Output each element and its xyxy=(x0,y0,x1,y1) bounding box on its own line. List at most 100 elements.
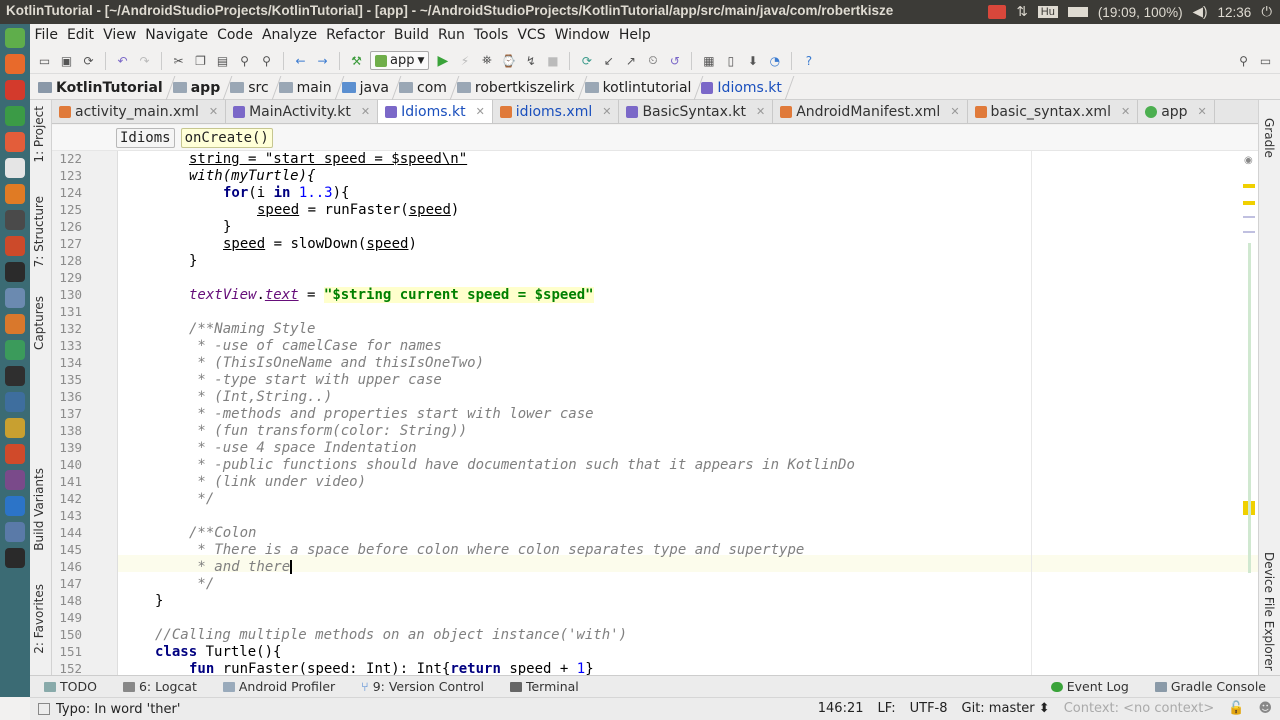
launcher-app-icon[interactable] xyxy=(5,470,25,490)
breadcrumb-module[interactable]: app xyxy=(169,80,227,96)
save-icon[interactable]: ▣ xyxy=(58,52,75,69)
lock-icon[interactable]: 🔓 xyxy=(1228,701,1244,716)
clock[interactable]: 12:36 xyxy=(1218,5,1252,20)
terminal-icon[interactable] xyxy=(5,262,25,282)
tab-mainactivity-kt[interactable]: MainActivity.kt ✕ xyxy=(226,100,379,123)
file-encoding[interactable]: UTF-8 xyxy=(910,701,948,716)
warning-marker[interactable] xyxy=(1243,201,1255,205)
sdk-manager-icon[interactable]: ⬇ xyxy=(744,52,761,69)
layout-icon[interactable]: ▭ xyxy=(1257,52,1274,69)
close-icon[interactable]: ✕ xyxy=(1198,105,1207,118)
tool-gradle-console[interactable]: Gradle Console xyxy=(1141,679,1280,694)
menu-analyze[interactable]: Analyze xyxy=(257,27,321,43)
crumb-method-oncreate[interactable]: onCreate() xyxy=(180,127,273,148)
toggle-tool-windows-icon[interactable] xyxy=(38,703,50,715)
tool-terminal[interactable]: Terminal xyxy=(496,679,591,694)
keyboard-layout[interactable]: Hu xyxy=(1037,6,1058,18)
usage-marker[interactable] xyxy=(1243,231,1255,233)
warning-marker[interactable] xyxy=(1243,184,1255,188)
breadcrumb-file[interactable]: Idioms.kt xyxy=(697,80,787,96)
breadcrumb-robertkiszelirk[interactable]: robertkiszelirk xyxy=(453,80,581,96)
launcher-app-icon[interactable] xyxy=(5,496,25,516)
code-area[interactable]: string = "start speed = $speed\n" with(m… xyxy=(118,151,1258,675)
volume-icon[interactable]: ◀) xyxy=(1193,4,1208,20)
tab-basic-syntax-xml[interactable]: basic_syntax.xml ✕ xyxy=(968,100,1139,123)
make-project-icon[interactable]: ⚒ xyxy=(348,52,365,69)
breadcrumb-com[interactable]: com xyxy=(395,80,453,96)
tool-event-log[interactable]: Event Log xyxy=(1037,679,1141,694)
tab-app[interactable]: app ✕ xyxy=(1138,100,1215,123)
close-icon[interactable]: ✕ xyxy=(756,105,765,118)
menu-vcs[interactable]: VCS xyxy=(513,27,550,43)
close-icon[interactable]: ✕ xyxy=(602,105,611,118)
tab-idioms-kt[interactable]: Idioms.kt ✕ xyxy=(378,100,493,123)
menu-run[interactable]: Run xyxy=(434,27,470,43)
tool-project[interactable]: 1: Project xyxy=(32,106,46,163)
open-folder-icon[interactable]: ▭ xyxy=(36,52,53,69)
vcs-commit-icon[interactable]: ↗ xyxy=(622,52,639,69)
attach-debugger-icon[interactable]: ↯ xyxy=(522,52,539,69)
network-icon[interactable]: ⇅ xyxy=(1016,4,1027,20)
blender-icon[interactable] xyxy=(5,314,25,334)
stop-icon[interactable]: ■ xyxy=(544,52,561,69)
menu-refactor[interactable]: Refactor xyxy=(322,27,390,43)
launcher-app-icon[interactable] xyxy=(5,418,25,438)
back-icon[interactable]: ← xyxy=(292,52,309,69)
presentation-icon[interactable] xyxy=(5,132,25,152)
vcs-revert-icon[interactable]: ↺ xyxy=(666,52,683,69)
tool-android-profiler[interactable]: Android Profiler xyxy=(209,679,347,694)
document-icon[interactable] xyxy=(5,158,25,178)
crumb-class-idioms[interactable]: Idioms xyxy=(116,127,175,148)
profile-icon[interactable]: ⌚ xyxy=(500,52,517,69)
phone-icon[interactable] xyxy=(5,548,25,568)
gradle-sync-icon[interactable]: ⟳ xyxy=(578,52,595,69)
battery-icon[interactable] xyxy=(1067,7,1088,17)
launcher-app-icon[interactable] xyxy=(5,392,25,412)
launcher-app-icon[interactable] xyxy=(5,80,25,100)
cut-icon[interactable]: ✂ xyxy=(170,52,187,69)
run-config-select[interactable]: app ▼ xyxy=(370,51,430,70)
close-icon[interactable]: ✕ xyxy=(476,105,485,118)
menu-build[interactable]: Build xyxy=(389,27,433,43)
close-icon[interactable]: ✕ xyxy=(950,105,959,118)
tab-basicsyntax-kt[interactable]: BasicSyntax.kt ✕ xyxy=(619,100,774,123)
menu-navigate[interactable]: Navigate xyxy=(141,27,213,43)
hector-icon[interactable]: ☻ xyxy=(1258,701,1272,716)
launcher-app-icon[interactable] xyxy=(5,444,25,464)
settings-icon[interactable] xyxy=(5,236,25,256)
find-icon[interactable]: ⚲ xyxy=(236,52,253,69)
firefox-icon[interactable] xyxy=(5,54,25,74)
close-icon[interactable]: ✕ xyxy=(1121,105,1130,118)
software-center-icon[interactable] xyxy=(5,184,25,204)
redo-icon[interactable]: ↷ xyxy=(136,52,153,69)
run-icon[interactable]: ▶ xyxy=(434,52,451,69)
menu-view[interactable]: View xyxy=(99,27,141,43)
vcs-update-icon[interactable]: ↙ xyxy=(600,52,617,69)
vcs-history-icon[interactable]: ⏲ xyxy=(644,52,661,69)
breadcrumb-src[interactable]: src xyxy=(226,80,274,96)
sync-icon[interactable]: ⟳ xyxy=(80,52,97,69)
copy-icon[interactable]: ❐ xyxy=(192,52,209,69)
battery-status[interactable]: (19:09, 100%) xyxy=(1098,5,1183,20)
tool-logcat[interactable]: 6: Logcat xyxy=(109,679,209,694)
tool-todo[interactable]: TODO xyxy=(30,679,109,694)
menu-file[interactable]: File xyxy=(30,27,62,43)
tool-build-variants[interactable]: Build Variants xyxy=(32,468,46,551)
debug-icon[interactable]: ⛯ xyxy=(478,52,495,69)
menu-window[interactable]: Window xyxy=(550,27,614,43)
tool-device-file-explorer[interactable]: Device File Explorer xyxy=(1262,552,1276,671)
replace-icon[interactable]: ⚲ xyxy=(258,52,275,69)
tool-gradle[interactable]: Gradle xyxy=(1262,118,1276,158)
apply-changes-icon[interactable]: ⚡ xyxy=(456,52,473,69)
avd-manager-icon[interactable]: ▯ xyxy=(722,52,739,69)
breadcrumb-java[interactable]: java xyxy=(338,80,395,96)
search-everywhere-icon[interactable]: ⚲ xyxy=(1235,52,1252,69)
tool-version-control[interactable]: ⑂ 9: Version Control xyxy=(347,679,496,694)
android-profiler-icon[interactable]: ◔ xyxy=(766,52,783,69)
menu-help[interactable]: Help xyxy=(614,27,655,43)
usage-marker[interactable] xyxy=(1243,216,1255,218)
tab-idioms-xml[interactable]: idioms.xml ✕ xyxy=(493,100,620,123)
spreadsheet-icon[interactable] xyxy=(5,106,25,126)
paste-icon[interactable]: ▤ xyxy=(214,52,231,69)
power-icon[interactable]: ⏻ xyxy=(1261,4,1272,20)
